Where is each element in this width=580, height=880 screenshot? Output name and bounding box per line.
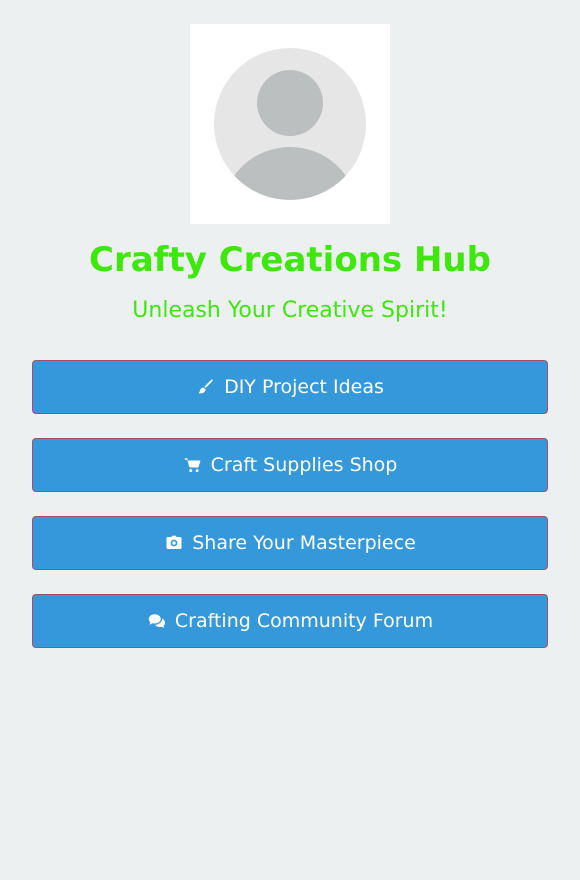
link-button-crafting-community-forum[interactable]: Crafting Community Forum [32,594,548,648]
link-button-craft-supplies-shop[interactable]: Craft Supplies Shop [32,438,548,492]
shopping-cart-icon [183,455,203,475]
comments-icon [147,611,167,631]
page-title: Crafty Creations Hub [89,240,491,280]
link-list: DIY Project Ideas Craft Supplies Shop Sh… [32,360,548,672]
link-button-share-your-masterpiece[interactable]: Share Your Masterpiece [32,516,548,570]
default-avatar-icon [214,48,366,200]
page-subtitle: Unleash Your Creative Spirit! [132,298,448,323]
link-button-label: Craft Supplies Shop [210,454,398,476]
profile-picture-frame [190,24,390,224]
camera-icon [164,533,184,553]
link-button-label: DIY Project Ideas [224,376,384,398]
link-button-diy-project-ideas[interactable]: DIY Project Ideas [32,360,548,414]
link-button-label: Share Your Masterpiece [192,532,416,554]
link-button-label: Crafting Community Forum [174,610,434,632]
paintbrush-icon [196,377,216,397]
